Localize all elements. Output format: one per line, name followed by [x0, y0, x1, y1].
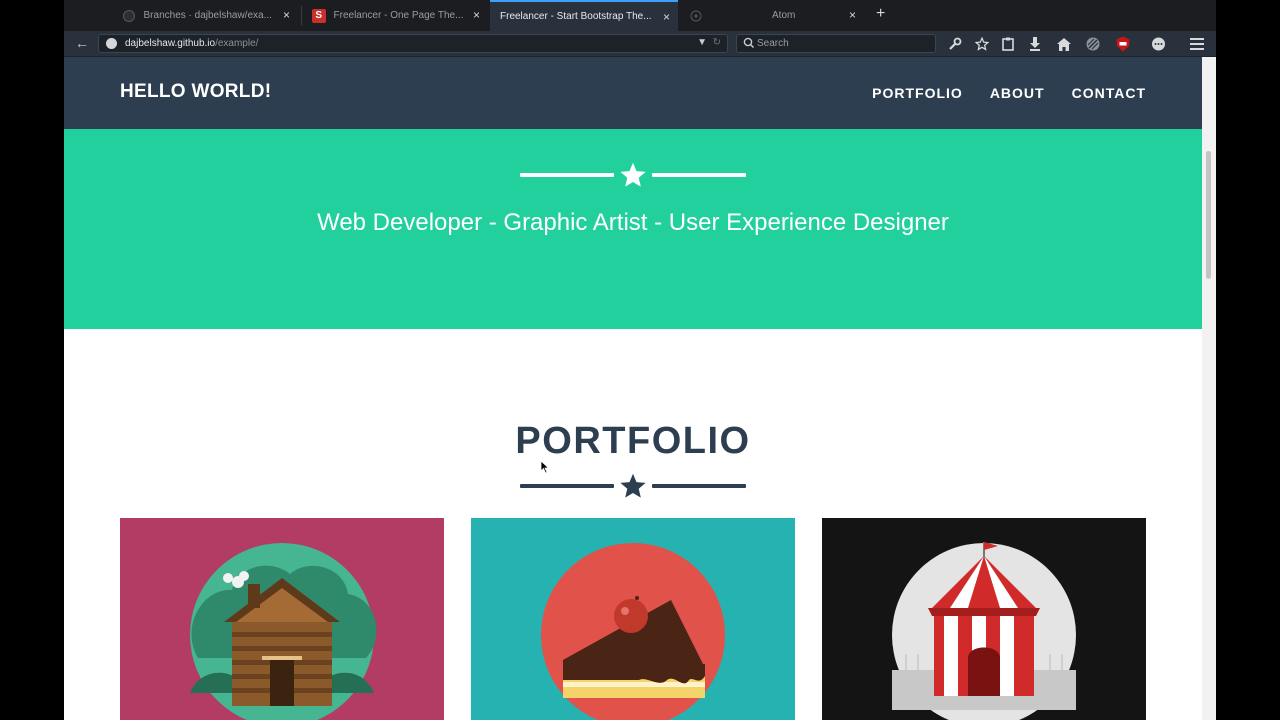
search-icon — [743, 37, 755, 49]
url-path: /example/ — [215, 38, 259, 49]
home-icon[interactable] — [1055, 35, 1073, 53]
mouse-pointer-icon — [540, 460, 550, 474]
divider-line — [520, 484, 614, 488]
url-text: dajbelshaw.github.io/example/ — [125, 38, 258, 49]
divider-line — [652, 173, 746, 177]
nav-link-contact[interactable]: CONTACT — [1072, 85, 1146, 101]
portfolio-item-circus[interactable] — [822, 518, 1146, 720]
star-bookmark-icon[interactable] — [973, 35, 991, 53]
divider-line — [520, 173, 614, 177]
scrollbar-thumb[interactable] — [1206, 151, 1211, 279]
ublock-icon[interactable] — [1114, 35, 1132, 53]
tab-title: Freelancer - Start Bootstrap The... — [500, 11, 652, 22]
circus-tent-illustration — [822, 518, 1146, 720]
chat-icon[interactable] — [1149, 35, 1167, 53]
page-scrollbar[interactable] — [1202, 57, 1216, 720]
star-divider — [520, 471, 746, 501]
globe-icon — [106, 38, 117, 49]
tab-branches[interactable]: Branches · dajbelshaw/exa... × — [112, 0, 298, 31]
url-host: dajbelshaw.github.io — [125, 38, 216, 49]
download-icon[interactable] — [1026, 35, 1044, 53]
new-tab-button[interactable]: + — [876, 5, 885, 23]
star-icon — [620, 162, 646, 187]
atom-icon — [690, 9, 702, 23]
tab-atom[interactable]: Atom × — [680, 0, 864, 31]
portfolio-item-cake[interactable] — [471, 518, 795, 720]
github-icon — [122, 9, 136, 23]
cake-illustration — [471, 518, 795, 720]
hero-tagline: Web Developer - Graphic Artist - User Ex… — [317, 209, 949, 236]
browser-window: Branches · dajbelshaw/exa... × S Freelan… — [64, 0, 1216, 720]
hamburger-menu-icon[interactable] — [1188, 35, 1206, 53]
close-tab-icon[interactable]: × — [849, 8, 856, 22]
tab-title: Atom — [772, 10, 796, 21]
browser-toolbar: ← dajbelshaw.github.io/example/ ▼ ↻ — [64, 31, 1216, 57]
wrench-icon[interactable] — [946, 35, 964, 53]
site-menu: PORTFOLIO ABOUT CONTACT — [872, 85, 1146, 101]
web-page: HELLO WORLD! PORTFOLIO ABOUT CONTACT Web… — [64, 57, 1202, 720]
tab-title: Freelancer - One Page The... — [333, 10, 464, 21]
hero-header: Web Developer - Graphic Artist - User Ex… — [64, 129, 1202, 329]
url-dropdown-icon[interactable]: ▼ — [697, 37, 707, 48]
portfolio-heading: PORTFOLIO — [515, 420, 751, 462]
reload-icon[interactable]: ↻ — [713, 37, 721, 48]
tab-freelancer-one-page[interactable]: S Freelancer - One Page The... × — [302, 0, 488, 31]
cabin-illustration — [120, 518, 444, 720]
tab-title: Branches · dajbelshaw/exa... — [143, 10, 272, 21]
nav-link-portfolio[interactable]: PORTFOLIO — [872, 85, 963, 101]
site-brand[interactable]: HELLO WORLD! — [120, 81, 271, 103]
divider-line — [652, 484, 746, 488]
star-divider — [520, 160, 746, 190]
close-tab-icon[interactable]: × — [663, 10, 670, 24]
close-tab-icon[interactable]: × — [283, 8, 290, 22]
search-bar[interactable] — [736, 34, 936, 53]
tab-strip: Branches · dajbelshaw/exa... × S Freelan… — [64, 0, 1216, 31]
search-input[interactable] — [757, 37, 927, 50]
site-navbar: HELLO WORLD! PORTFOLIO ABOUT CONTACT — [64, 57, 1202, 129]
privacy-icon[interactable] — [1084, 35, 1102, 53]
star-icon — [620, 473, 646, 498]
close-tab-icon[interactable]: × — [473, 8, 480, 22]
back-arrow-icon[interactable]: ← — [70, 34, 94, 53]
startbootstrap-icon: S — [312, 8, 326, 23]
url-bar[interactable]: dajbelshaw.github.io/example/ ▼ ↻ — [98, 34, 728, 53]
nav-link-about[interactable]: ABOUT — [990, 85, 1045, 101]
portfolio-item-cabin[interactable] — [120, 518, 444, 720]
tab-freelancer-start-bootstrap[interactable]: Freelancer - Start Bootstrap The... × — [490, 0, 678, 31]
clipboard-icon[interactable] — [999, 35, 1017, 53]
